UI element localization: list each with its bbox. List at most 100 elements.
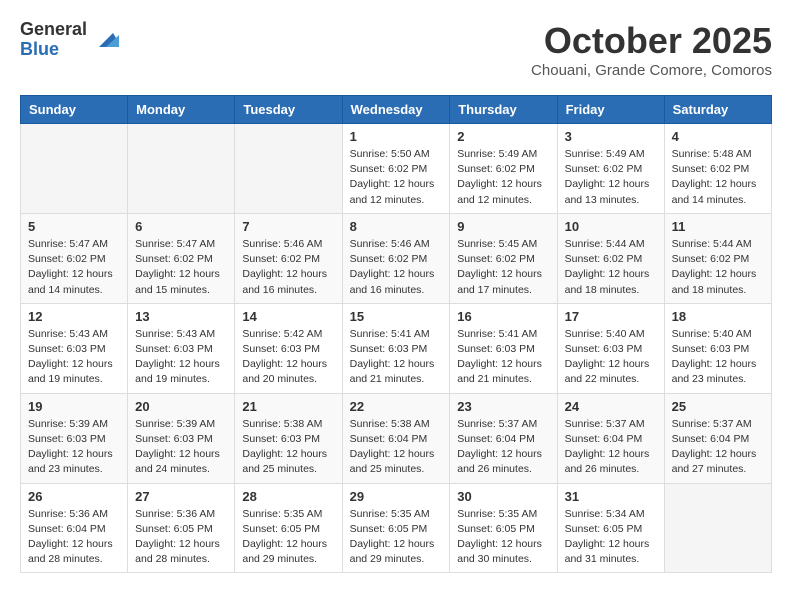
calendar-cell: 4 Sunrise: 5:48 AMSunset: 6:02 PMDaylight… bbox=[664, 124, 771, 214]
calendar-cell: 26 Sunrise: 5:36 AMSunset: 6:04 PMDayligh… bbox=[21, 483, 128, 573]
day-number: 8 bbox=[350, 219, 443, 234]
weekday-header-thursday: Thursday bbox=[450, 96, 557, 124]
calendar-cell: 12 Sunrise: 5:43 AMSunset: 6:03 PMDayligh… bbox=[21, 303, 128, 393]
calendar-cell: 8 Sunrise: 5:46 AMSunset: 6:02 PMDaylight… bbox=[342, 213, 450, 303]
logo-general-text: General bbox=[20, 20, 87, 40]
day-number: 22 bbox=[350, 399, 443, 414]
logo: General Blue bbox=[20, 20, 121, 60]
day-info: Sunrise: 5:44 AMSunset: 6:02 PMDaylight:… bbox=[565, 237, 657, 298]
logo-icon bbox=[91, 25, 121, 55]
calendar-cell: 6 Sunrise: 5:47 AMSunset: 6:02 PMDaylight… bbox=[128, 213, 235, 303]
day-number: 29 bbox=[350, 489, 443, 504]
day-info: Sunrise: 5:49 AMSunset: 6:02 PMDaylight:… bbox=[565, 147, 657, 208]
day-info: Sunrise: 5:34 AMSunset: 6:05 PMDaylight:… bbox=[565, 507, 657, 568]
calendar-cell: 27 Sunrise: 5:36 AMSunset: 6:05 PMDayligh… bbox=[128, 483, 235, 573]
calendar-cell: 3 Sunrise: 5:49 AMSunset: 6:02 PMDaylight… bbox=[557, 124, 664, 214]
day-number: 17 bbox=[565, 309, 657, 324]
day-number: 25 bbox=[672, 399, 764, 414]
day-info: Sunrise: 5:37 AMSunset: 6:04 PMDaylight:… bbox=[457, 417, 549, 478]
calendar-cell: 20 Sunrise: 5:39 AMSunset: 6:03 PMDayligh… bbox=[128, 393, 235, 483]
day-info: Sunrise: 5:46 AMSunset: 6:02 PMDaylight:… bbox=[350, 237, 443, 298]
day-info: Sunrise: 5:36 AMSunset: 6:05 PMDaylight:… bbox=[135, 507, 227, 568]
day-info: Sunrise: 5:47 AMSunset: 6:02 PMDaylight:… bbox=[135, 237, 227, 298]
calendar-cell: 19Sunrise: 5:39 AMSunset: 6:03 PMDayligh… bbox=[21, 393, 128, 483]
day-number: 4 bbox=[672, 129, 764, 144]
day-info: Sunrise: 5:41 AMSunset: 6:03 PMDaylight:… bbox=[350, 327, 443, 388]
day-info: Sunrise: 5:48 AMSunset: 6:02 PMDaylight:… bbox=[672, 147, 764, 208]
day-info: Sunrise: 5:43 AMSunset: 6:03 PMDaylight:… bbox=[135, 327, 227, 388]
weekday-header-row: SundayMondayTuesdayWednesdayThursdayFrid… bbox=[21, 96, 772, 124]
day-info: Sunrise: 5:38 AMSunset: 6:03 PMDaylight:… bbox=[242, 417, 334, 478]
calendar-cell: 21Sunrise: 5:38 AMSunset: 6:03 PMDayligh… bbox=[235, 393, 342, 483]
calendar-cell: 14 Sunrise: 5:42 AMSunset: 6:03 PMDayligh… bbox=[235, 303, 342, 393]
day-number: 15 bbox=[350, 309, 443, 324]
day-number: 2 bbox=[457, 129, 549, 144]
calendar-cell bbox=[235, 124, 342, 214]
weekday-header-sunday: Sunday bbox=[21, 96, 128, 124]
calendar-cell: 13Sunrise: 5:43 AMSunset: 6:03 PMDayligh… bbox=[128, 303, 235, 393]
day-number: 14 bbox=[242, 309, 334, 324]
calendar-header: SundayMondayTuesdayWednesdayThursdayFrid… bbox=[21, 96, 772, 124]
day-number: 24 bbox=[565, 399, 657, 414]
day-info: Sunrise: 5:39 AMSunset: 6:03 PMDaylight:… bbox=[135, 417, 227, 478]
weekday-header-wednesday: Wednesday bbox=[342, 96, 450, 124]
day-number: 12 bbox=[28, 309, 120, 324]
day-number: 3 bbox=[565, 129, 657, 144]
day-number: 18 bbox=[672, 309, 764, 324]
calendar-body: 1Sunrise: 5:50 AMSunset: 6:02 PMDaylight… bbox=[21, 124, 772, 573]
calendar-cell: 24Sunrise: 5:37 AMSunset: 6:04 PMDayligh… bbox=[557, 393, 664, 483]
calendar-cell: 5Sunrise: 5:47 AMSunset: 6:02 PMDaylight… bbox=[21, 213, 128, 303]
calendar-cell: 31Sunrise: 5:34 AMSunset: 6:05 PMDayligh… bbox=[557, 483, 664, 573]
day-info: Sunrise: 5:35 AMSunset: 6:05 PMDaylight:… bbox=[457, 507, 549, 568]
calendar-cell bbox=[21, 124, 128, 214]
calendar-cell bbox=[664, 483, 771, 573]
day-info: Sunrise: 5:35 AMSunset: 6:05 PMDaylight:… bbox=[350, 507, 443, 568]
day-number: 26 bbox=[28, 489, 120, 504]
day-info: Sunrise: 5:40 AMSunset: 6:03 PMDaylight:… bbox=[672, 327, 764, 388]
day-info: Sunrise: 5:38 AMSunset: 6:04 PMDaylight:… bbox=[350, 417, 443, 478]
day-number: 6 bbox=[135, 219, 227, 234]
weekday-header-monday: Monday bbox=[128, 96, 235, 124]
calendar-cell: 15 Sunrise: 5:41 AMSunset: 6:03 PMDayligh… bbox=[342, 303, 450, 393]
day-info: Sunrise: 5:36 AMSunset: 6:04 PMDaylight:… bbox=[28, 507, 120, 568]
calendar-cell: 30 Sunrise: 5:35 AMSunset: 6:05 PMDayligh… bbox=[450, 483, 557, 573]
calendar-cell: 25 Sunrise: 5:37 AMSunset: 6:04 PMDayligh… bbox=[664, 393, 771, 483]
day-info: Sunrise: 5:37 AMSunset: 6:04 PMDaylight:… bbox=[672, 417, 764, 478]
weekday-header-friday: Friday bbox=[557, 96, 664, 124]
calendar-cell: 2 Sunrise: 5:49 AMSunset: 6:02 PMDaylight… bbox=[450, 124, 557, 214]
weekday-header-saturday: Saturday bbox=[664, 96, 771, 124]
day-info: Sunrise: 5:46 AMSunset: 6:02 PMDaylight:… bbox=[242, 237, 334, 298]
calendar-week-5: 26 Sunrise: 5:36 AMSunset: 6:04 PMDayligh… bbox=[21, 483, 772, 573]
calendar-week-3: 12 Sunrise: 5:43 AMSunset: 6:03 PMDayligh… bbox=[21, 303, 772, 393]
calendar-table: SundayMondayTuesdayWednesdayThursdayFrid… bbox=[20, 95, 772, 573]
day-info: Sunrise: 5:43 AMSunset: 6:03 PMDaylight:… bbox=[28, 327, 120, 388]
day-info: Sunrise: 5:35 AMSunset: 6:05 PMDaylight:… bbox=[242, 507, 334, 568]
calendar-week-2: 5Sunrise: 5:47 AMSunset: 6:02 PMDaylight… bbox=[21, 213, 772, 303]
calendar-cell: 10Sunrise: 5:44 AMSunset: 6:02 PMDayligh… bbox=[557, 213, 664, 303]
day-number: 9 bbox=[457, 219, 549, 234]
day-number: 30 bbox=[457, 489, 549, 504]
day-info: Sunrise: 5:47 AMSunset: 6:02 PMDaylight:… bbox=[28, 237, 120, 298]
calendar-cell: 29 Sunrise: 5:35 AMSunset: 6:05 PMDayligh… bbox=[342, 483, 450, 573]
day-number: 27 bbox=[135, 489, 227, 504]
day-info: Sunrise: 5:49 AMSunset: 6:02 PMDaylight:… bbox=[457, 147, 549, 208]
calendar-cell: 17 Sunrise: 5:40 AMSunset: 6:03 PMDayligh… bbox=[557, 303, 664, 393]
day-number: 1 bbox=[350, 129, 443, 144]
day-number: 16 bbox=[457, 309, 549, 324]
logo-blue-text: Blue bbox=[20, 40, 87, 60]
day-number: 20 bbox=[135, 399, 227, 414]
day-info: Sunrise: 5:41 AMSunset: 6:03 PMDaylight:… bbox=[457, 327, 549, 388]
calendar-week-4: 19Sunrise: 5:39 AMSunset: 6:03 PMDayligh… bbox=[21, 393, 772, 483]
day-info: Sunrise: 5:44 AMSunset: 6:02 PMDaylight:… bbox=[672, 237, 764, 298]
day-number: 23 bbox=[457, 399, 549, 414]
calendar-cell: 22 Sunrise: 5:38 AMSunset: 6:04 PMDayligh… bbox=[342, 393, 450, 483]
day-info: Sunrise: 5:42 AMSunset: 6:03 PMDaylight:… bbox=[242, 327, 334, 388]
day-number: 11 bbox=[672, 219, 764, 234]
day-number: 28 bbox=[242, 489, 334, 504]
calendar-cell: 16 Sunrise: 5:41 AMSunset: 6:03 PMDayligh… bbox=[450, 303, 557, 393]
day-info: Sunrise: 5:40 AMSunset: 6:03 PMDaylight:… bbox=[565, 327, 657, 388]
weekday-header-tuesday: Tuesday bbox=[235, 96, 342, 124]
day-info: Sunrise: 5:39 AMSunset: 6:03 PMDaylight:… bbox=[28, 417, 120, 478]
day-info: Sunrise: 5:45 AMSunset: 6:02 PMDaylight:… bbox=[457, 237, 549, 298]
calendar-cell: 23 Sunrise: 5:37 AMSunset: 6:04 PMDayligh… bbox=[450, 393, 557, 483]
